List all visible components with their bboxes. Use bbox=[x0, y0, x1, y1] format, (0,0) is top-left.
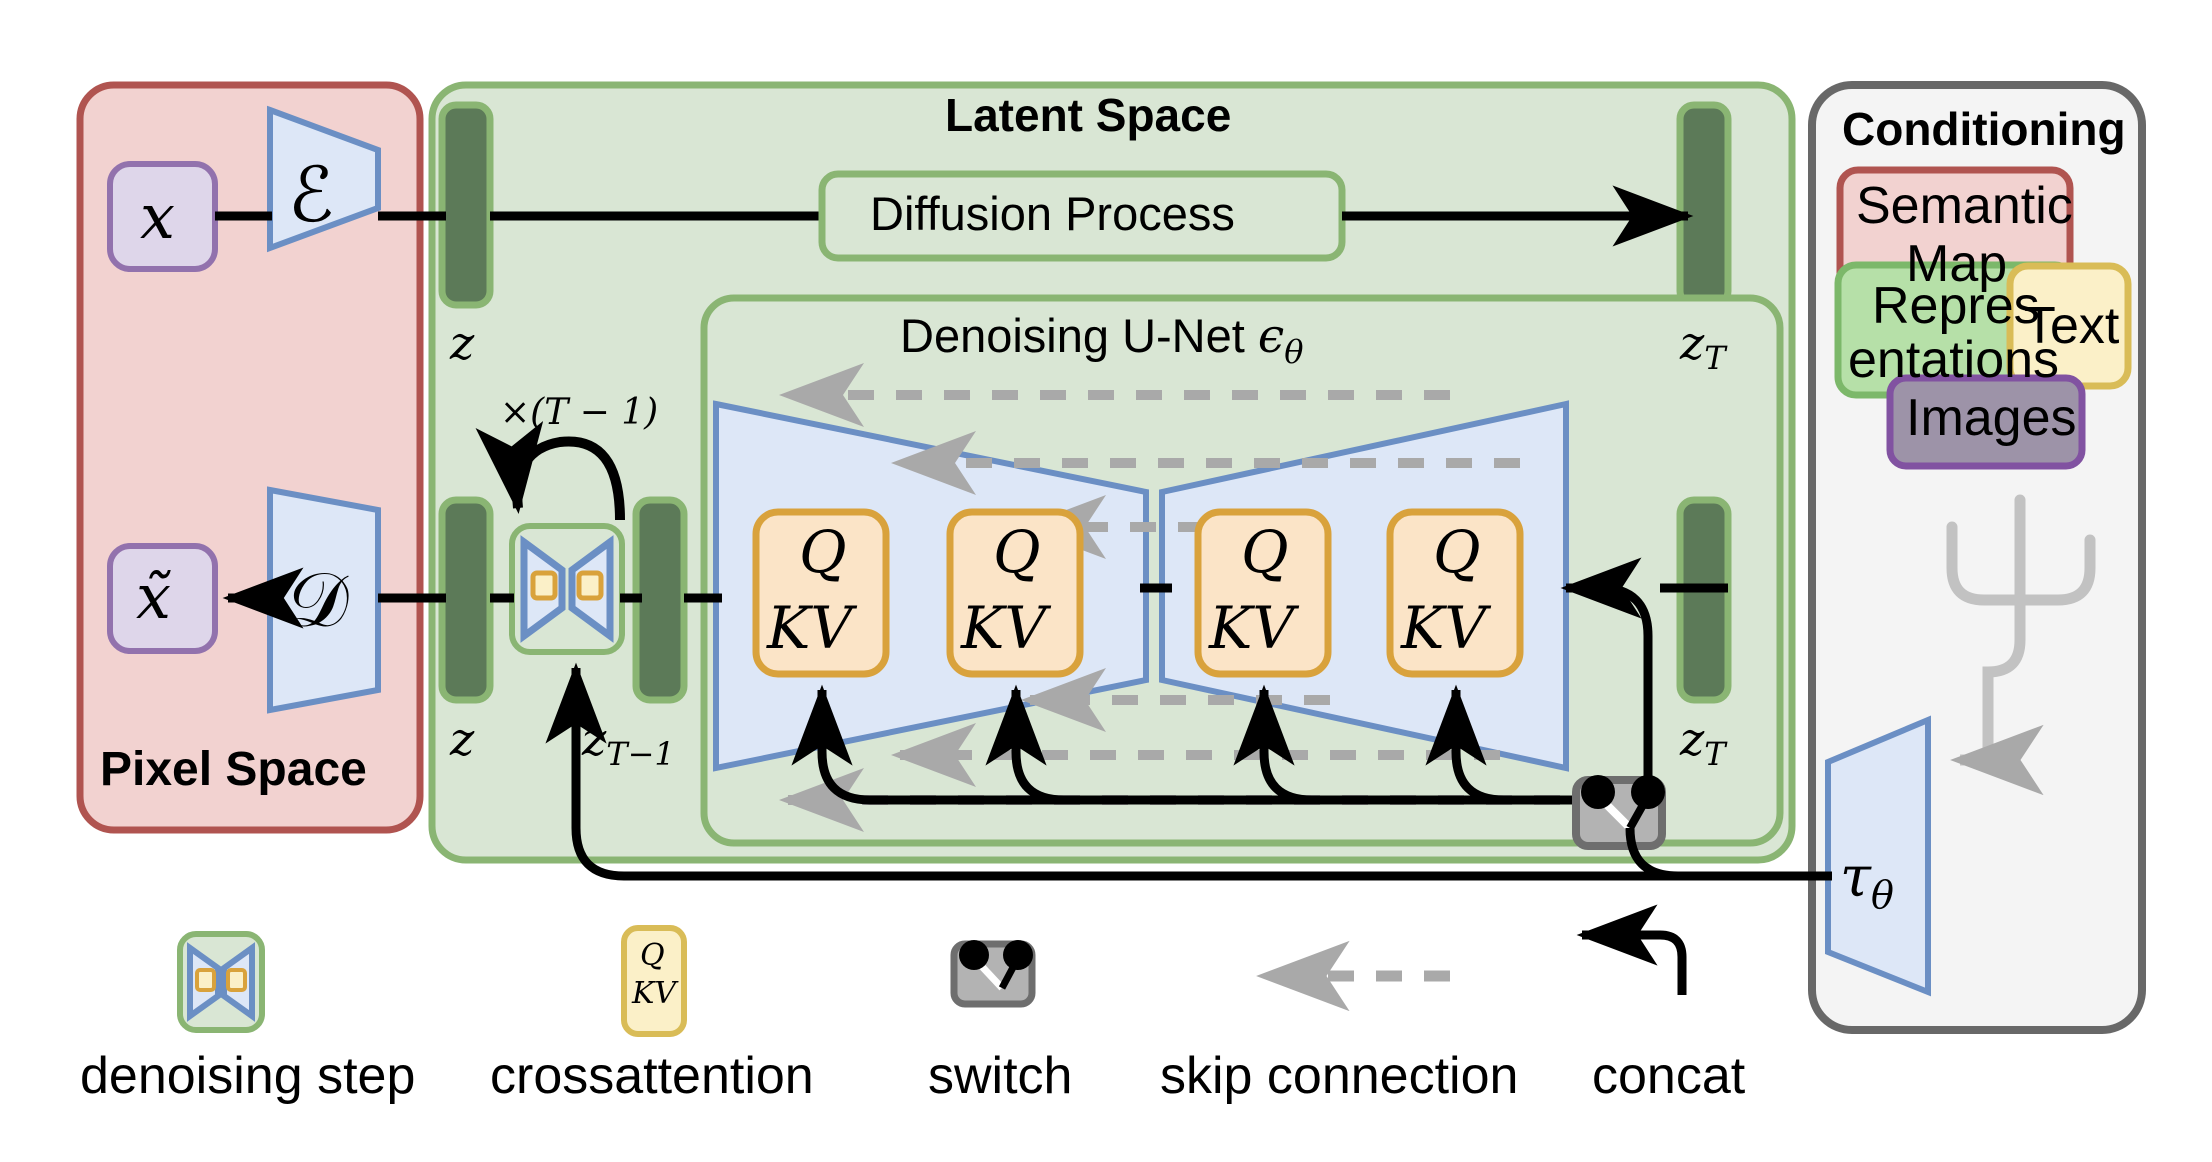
attn1-q: Q bbox=[799, 518, 847, 586]
diagram-canvas: x x̃ ℰ 𝒟 Pixel Space Latent Space Diffus… bbox=[0, 0, 2212, 1162]
legend-qkv-kv: KV bbox=[632, 976, 677, 1011]
attn1-kv: KV bbox=[767, 594, 853, 662]
cond-representations-line2: entations bbox=[1848, 331, 2060, 389]
denoise-loop-label: ×(T − 1) bbox=[500, 392, 659, 433]
tau-encoder-label: τθ bbox=[1840, 845, 1894, 918]
z-top-label: z bbox=[450, 316, 475, 370]
attn3-q: Q bbox=[1241, 518, 1289, 586]
latent-bar-z-bottom bbox=[438, 496, 494, 704]
denoising-step-box bbox=[509, 523, 625, 655]
cond-semantic-map-line1: Semantic bbox=[1856, 177, 2073, 235]
output-xtilde-label: x̃ bbox=[136, 560, 171, 633]
legend-qkv-q: Q bbox=[640, 938, 665, 973]
legend-switch-icon bbox=[950, 940, 1036, 1008]
latent-bar-z-top bbox=[438, 101, 494, 309]
latent-bar-zT-bottom bbox=[1676, 496, 1732, 704]
conditioning-title: Conditioning bbox=[1842, 103, 2126, 155]
unet-epsilon-symbol: ϵ bbox=[1257, 309, 1285, 364]
legend-label-switch: switch bbox=[928, 1047, 1073, 1105]
unet-title-text: Denoising U-Net bbox=[900, 309, 1245, 362]
unet-theta-subscript: θ bbox=[1284, 332, 1304, 371]
attn4-q: Q bbox=[1433, 518, 1481, 586]
zT-top-label: zT bbox=[1680, 316, 1726, 378]
attn2-q: Q bbox=[993, 518, 1041, 586]
legend-label-skip-connection: skip connection bbox=[1160, 1047, 1519, 1105]
cond-images-label: Images bbox=[1906, 389, 2077, 447]
legend-concat-icon bbox=[1576, 904, 1687, 995]
legend-label-concat: concat bbox=[1592, 1047, 1746, 1105]
decoder-label: 𝒟 bbox=[288, 555, 349, 644]
encoder-label: ℰ bbox=[288, 150, 335, 239]
zT-bottom-label: zT bbox=[1680, 712, 1726, 774]
attn2-kv: KV bbox=[961, 594, 1047, 662]
latent-bar-mid-bottom bbox=[632, 496, 688, 704]
legend-denoise-icon bbox=[177, 931, 265, 1033]
legend-label-crossattention: crossattention bbox=[490, 1047, 814, 1105]
input-x-label: x bbox=[140, 180, 175, 253]
attn3-kv: KV bbox=[1209, 594, 1295, 662]
diffusion-process-label: Diffusion Process bbox=[870, 187, 1235, 240]
pixel-space-title: Pixel Space bbox=[100, 743, 367, 796]
latent-space-title: Latent Space bbox=[945, 89, 1232, 141]
latent-bar-zT-top bbox=[1676, 101, 1732, 309]
cond-representations-line1: Repres bbox=[1872, 277, 2040, 335]
attn4-kv: KV bbox=[1401, 594, 1487, 662]
legend-label-denoising-step: denoising step bbox=[80, 1047, 416, 1105]
zT-minus-1-label: zT−1 bbox=[582, 712, 675, 774]
unet-title: Denoising U-Net ϵθ bbox=[900, 308, 1303, 370]
z-bottom-label: z bbox=[450, 712, 475, 766]
